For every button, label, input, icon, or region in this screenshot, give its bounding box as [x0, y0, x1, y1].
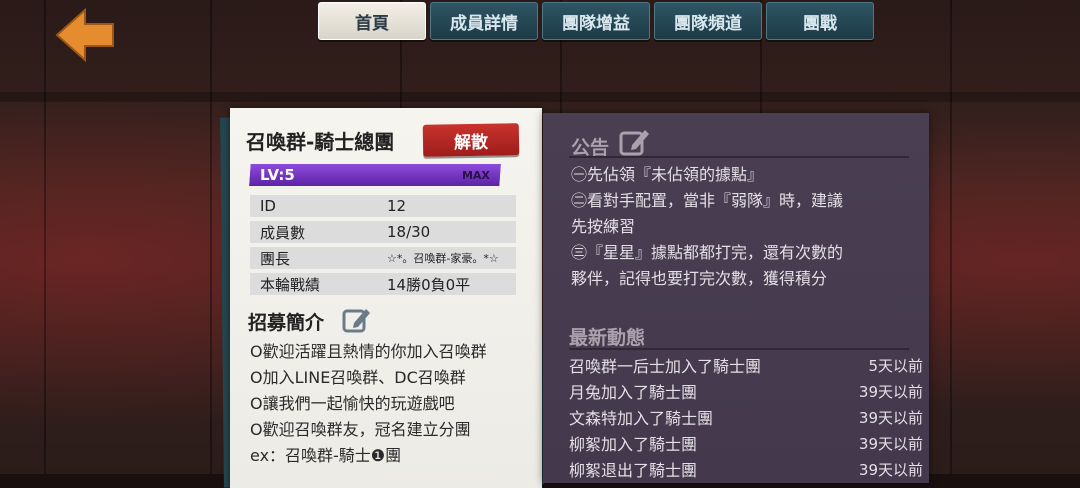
tab-team-buffs[interactable]: 團隊增益: [542, 2, 650, 40]
info-row-members: 成員數 18/30: [250, 221, 516, 243]
tab-team-channel[interactable]: 團隊頻道: [654, 2, 762, 40]
news-time: 5天以前: [868, 356, 923, 375]
info-key: 團長: [260, 249, 291, 268]
recruit-line: ex：召喚群-騎士❶團: [250, 446, 402, 465]
info-row-id: ID 12: [250, 195, 516, 217]
tab-member-details[interactable]: 成員詳情: [430, 2, 538, 40]
announcement-line: 先按練習: [571, 217, 636, 236]
list-item: 柳絮加入了騎士團 39天以前: [569, 430, 923, 456]
recruit-title: 招募簡介: [248, 312, 325, 334]
news-list: 召喚群一后士加入了騎士團 5天以前 月兔加入了騎士團 39天以前 文森特加入了騎…: [569, 352, 923, 482]
list-item: 文森特加入了騎士團 39天以前: [569, 404, 923, 430]
team-info-table: ID 12 成員數 18/30 團長 ☆*。召喚群-家豪。*☆ 本輪戰績 14勝…: [250, 195, 516, 299]
info-value: 14勝0負0平: [387, 275, 471, 294]
list-item: 柳絮退出了騎士團 39天以前: [569, 456, 923, 482]
divider: [569, 156, 909, 158]
disband-button[interactable]: 解散: [422, 123, 520, 157]
tab-bar: 首頁 成員詳情 團隊增益 團隊頻道 團戰: [318, 2, 874, 40]
tab-team-battle[interactable]: 團戰: [766, 2, 874, 40]
back-arrow-icon[interactable]: [55, 7, 117, 63]
list-item: 召喚群一后士加入了騎士團 5天以前: [569, 352, 923, 378]
recruit-line: O歡迎召喚群友，冠名建立分團: [250, 420, 471, 439]
recruit-line: O讓我們一起愉快的玩遊戲吧: [250, 394, 455, 413]
news-time: 39天以前: [858, 434, 923, 453]
recruit-line: O加入LINE召喚群、DC召喚群: [250, 368, 466, 387]
edit-icon[interactable]: [619, 126, 651, 158]
level-bar: LV:5 MAX: [249, 164, 501, 186]
divider: [569, 348, 909, 350]
info-key: ID: [260, 197, 276, 215]
info-row-leader: 團長 ☆*。召喚群-家豪。*☆: [250, 247, 516, 269]
news-time: 39天以前: [858, 408, 923, 427]
news-text: 文森特加入了騎士團: [569, 409, 714, 428]
announcement-line: ㊁看對手配置，當非『弱隊』時，建議: [571, 191, 844, 210]
announcement-line: 夥伴，記得也要打完次數，獲得積分: [571, 269, 828, 288]
news-text: 柳絮加入了騎士團: [569, 435, 698, 454]
level-label: LV:5: [260, 166, 295, 184]
news-time: 39天以前: [858, 460, 923, 479]
info-row-record: 本輪戰績 14勝0負0平: [250, 273, 516, 295]
team-name: 召喚群-騎士總團: [246, 130, 395, 154]
info-key: 成員數: [260, 223, 306, 242]
info-panel: 公告 ㊀先佔領『未佔領的據點』 ㊁看對手配置，當非『弱隊』時，建議 先按練習 ㊂…: [543, 113, 929, 483]
recruit-line: O歡迎活躍且熱情的你加入召喚群: [250, 342, 487, 361]
team-info-card: 召喚群-騎士總團 解散 LV:5 MAX ID 12 成員數 18/30 團長 …: [230, 108, 542, 488]
level-max-label: MAX: [462, 169, 490, 182]
info-value: 18/30: [387, 223, 431, 241]
tab-home[interactable]: 首頁: [318, 2, 426, 40]
list-item: 月兔加入了騎士團 39天以前: [569, 378, 923, 404]
news-text: 柳絮退出了騎士團: [569, 461, 698, 480]
announcement-line: ㊂『星星』據點都都打完，還有次數的: [571, 243, 844, 262]
news-time: 39天以前: [858, 382, 923, 401]
info-value: ☆*。召喚群-家豪。*☆: [387, 252, 499, 265]
news-text: 召喚群一后士加入了騎士團: [569, 357, 762, 376]
announcement-line: ㊀先佔領『未佔領的據點』: [571, 165, 764, 184]
recruit-description: O歡迎活躍且熱情的你加入召喚群 O加入LINE召喚群、DC召喚群 O讓我們一起愉…: [250, 339, 487, 469]
info-value: 12: [387, 197, 407, 215]
news-title: 最新動態: [569, 327, 646, 349]
announcement-text: ㊀先佔領『未佔領的據點』 ㊁看對手配置，當非『弱隊』時，建議 先按練習 ㊂『星星…: [571, 162, 843, 292]
news-text: 月兔加入了騎士團: [569, 383, 698, 402]
info-key: 本輪戰績: [260, 275, 321, 294]
edit-icon[interactable]: [342, 305, 372, 335]
